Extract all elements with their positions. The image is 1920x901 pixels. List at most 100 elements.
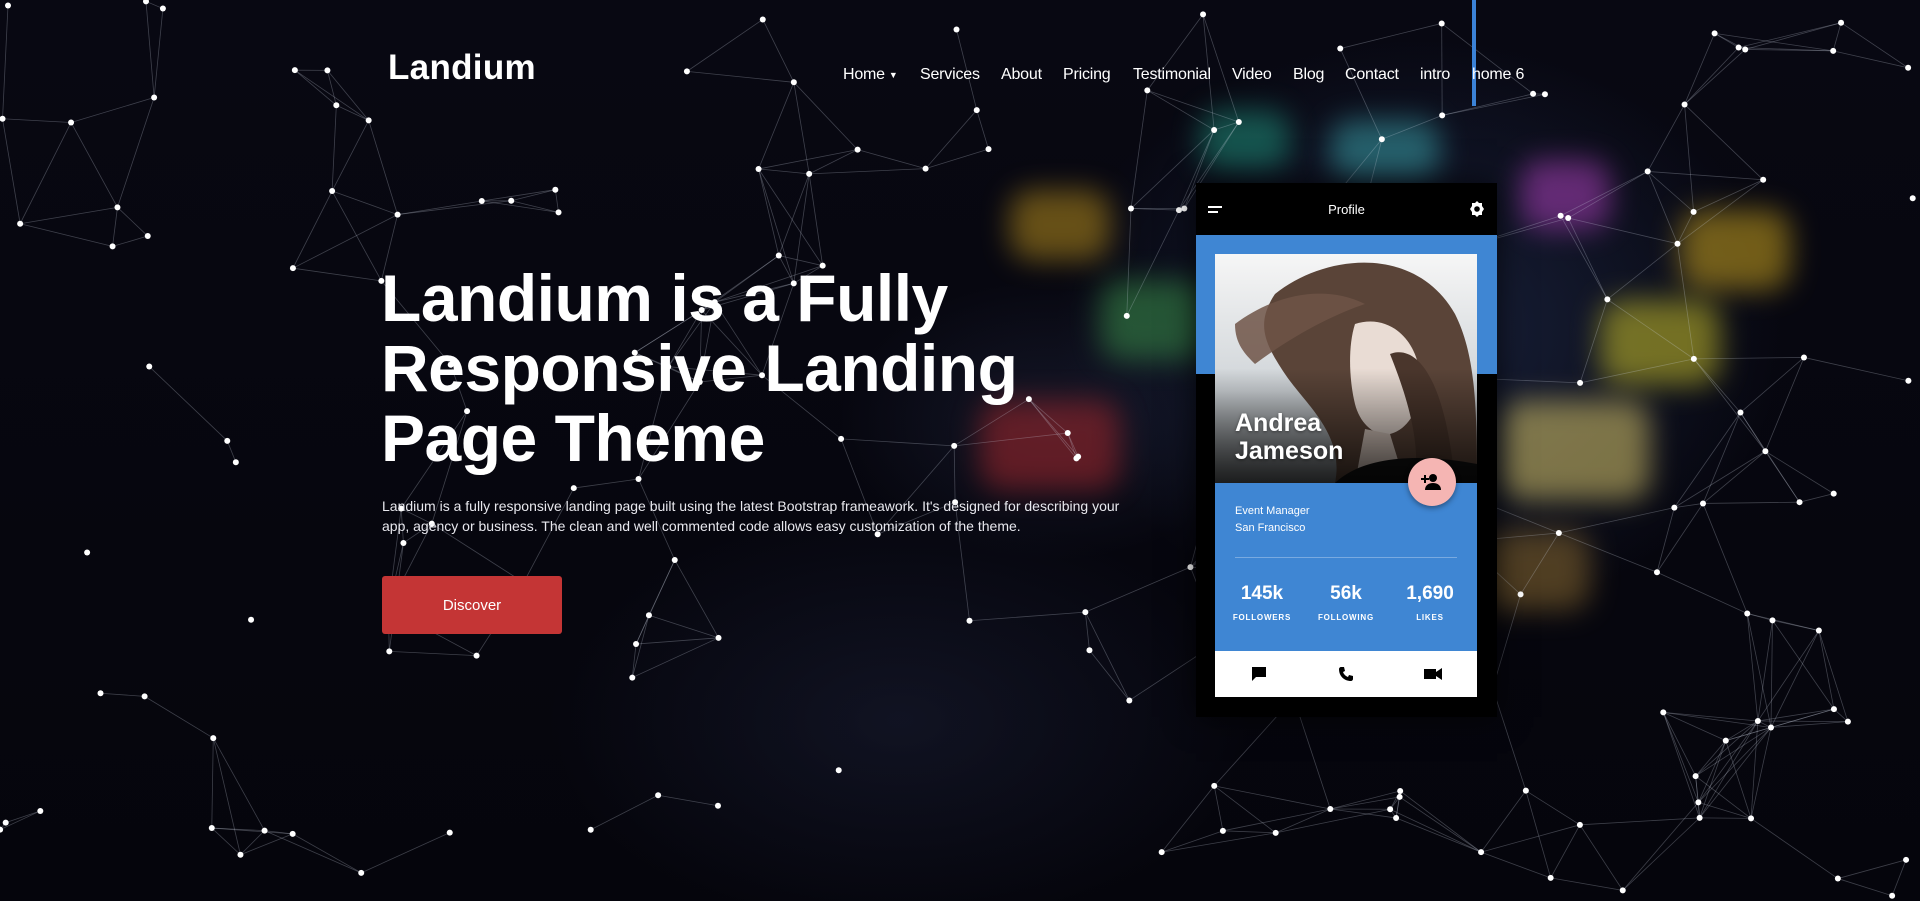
network-link <box>1656 503 1704 573</box>
network-link <box>1832 22 1842 51</box>
network-link <box>1725 708 1835 742</box>
network-link <box>1765 450 1834 494</box>
network-link <box>1745 22 1842 50</box>
menu-icon[interactable] <box>1208 203 1224 215</box>
network-link <box>112 207 118 247</box>
nav-item-home[interactable]: Home ▼ <box>843 66 898 84</box>
network-link <box>117 207 149 237</box>
network-node <box>208 825 215 832</box>
network-link <box>240 833 293 856</box>
network-link <box>1126 208 1132 316</box>
network-link <box>212 737 241 855</box>
phone-icon[interactable] <box>1326 654 1366 694</box>
network-node <box>922 165 929 172</box>
network-link <box>1085 566 1191 613</box>
network-link <box>1214 785 1331 810</box>
network-link <box>1161 830 1224 853</box>
network-link <box>1222 830 1276 834</box>
network-node <box>1889 892 1896 899</box>
network-link <box>211 827 241 856</box>
nav-item-label: intro <box>1420 66 1451 83</box>
network-node <box>232 459 239 466</box>
network-link <box>1622 802 1699 891</box>
network-link <box>1558 507 1675 534</box>
site-logo[interactable]: Landium <box>388 48 536 88</box>
network-link <box>778 173 810 256</box>
network-link <box>145 1 155 98</box>
network-node <box>1796 499 1803 506</box>
network-node <box>142 0 149 5</box>
chat-icon[interactable] <box>1239 654 1279 694</box>
network-link <box>1480 824 1581 853</box>
nav-item-contact[interactable]: Contact <box>1345 66 1399 84</box>
nav-item-pricing[interactable]: Pricing <box>1063 66 1111 84</box>
network-link <box>211 827 293 835</box>
network-node <box>141 693 148 700</box>
network-link <box>573 478 639 489</box>
network-node <box>1905 64 1912 71</box>
network-link <box>1656 507 1675 573</box>
nav-item-label: About <box>1001 66 1042 83</box>
nav-item-intro[interactable]: intro <box>1420 66 1450 84</box>
network-link <box>976 109 989 150</box>
nav-item-testimonial[interactable]: Testimonial <box>1133 66 1211 84</box>
network-node <box>1903 856 1910 863</box>
network-link <box>1579 358 1694 384</box>
nav-item-label: Testimonial <box>1133 66 1211 83</box>
network-link <box>368 120 398 215</box>
network-node <box>1692 773 1699 780</box>
network-link <box>1389 808 1482 853</box>
network-link <box>389 650 477 657</box>
network-link <box>1684 49 1746 105</box>
network-node <box>1671 504 1678 511</box>
network-link <box>1275 808 1391 834</box>
add-friend-button[interactable] <box>1408 458 1456 506</box>
nav-item-services[interactable]: Services <box>920 66 980 84</box>
nav-item-about[interactable]: About <box>1001 66 1042 84</box>
network-node <box>671 556 678 563</box>
video-camera-icon[interactable] <box>1413 654 1453 694</box>
profile-name-line: Andrea <box>1235 409 1322 437</box>
network-node <box>1769 617 1776 624</box>
network-link <box>1684 33 1715 105</box>
network-link <box>1684 104 1764 181</box>
profile-photo: Andrea Jameson <box>1215 254 1477 483</box>
network-node <box>1735 44 1742 51</box>
network-link <box>2 5 9 119</box>
network-link <box>762 19 795 83</box>
discover-button[interactable]: Discover <box>382 576 562 634</box>
network-node <box>151 94 158 101</box>
network-node <box>1478 849 1485 856</box>
network-link <box>1698 802 1752 819</box>
nav-item-home-6[interactable]: home 6 <box>1472 66 1524 84</box>
network-link <box>397 200 482 215</box>
network-node <box>1748 815 1755 822</box>
network-node <box>1123 312 1130 319</box>
network-link <box>20 223 113 247</box>
network-node <box>1830 47 1837 54</box>
network-link <box>1567 171 1648 219</box>
network-node <box>973 107 980 114</box>
nav-item-label: Blog <box>1293 66 1325 83</box>
profile-info: Event Manager San Francisco 145k FOLLOWE… <box>1215 483 1477 651</box>
network-link <box>1698 727 1772 803</box>
network-link <box>1677 211 1694 244</box>
network-link <box>1084 611 1130 701</box>
stat-label: FOLLOWERS <box>1232 613 1292 622</box>
gear-icon[interactable] <box>1469 201 1485 217</box>
network-node <box>1737 409 1744 416</box>
network-link <box>1126 209 1180 317</box>
network-node <box>329 188 336 195</box>
network-link <box>1757 620 1773 722</box>
nav-item-video[interactable]: Video <box>1232 66 1272 84</box>
network-node <box>17 220 24 227</box>
stat-likes: 1,690 LIKES <box>1390 583 1470 622</box>
hero-title-line: Page Theme <box>381 401 765 475</box>
phone-header: Profile <box>1196 183 1497 235</box>
network-node <box>1082 609 1089 616</box>
network-link <box>2 118 21 224</box>
network-link <box>1213 785 1276 834</box>
nav-item-blog[interactable]: Blog <box>1293 66 1324 84</box>
network-link <box>292 833 362 874</box>
network-node <box>1576 821 1583 828</box>
